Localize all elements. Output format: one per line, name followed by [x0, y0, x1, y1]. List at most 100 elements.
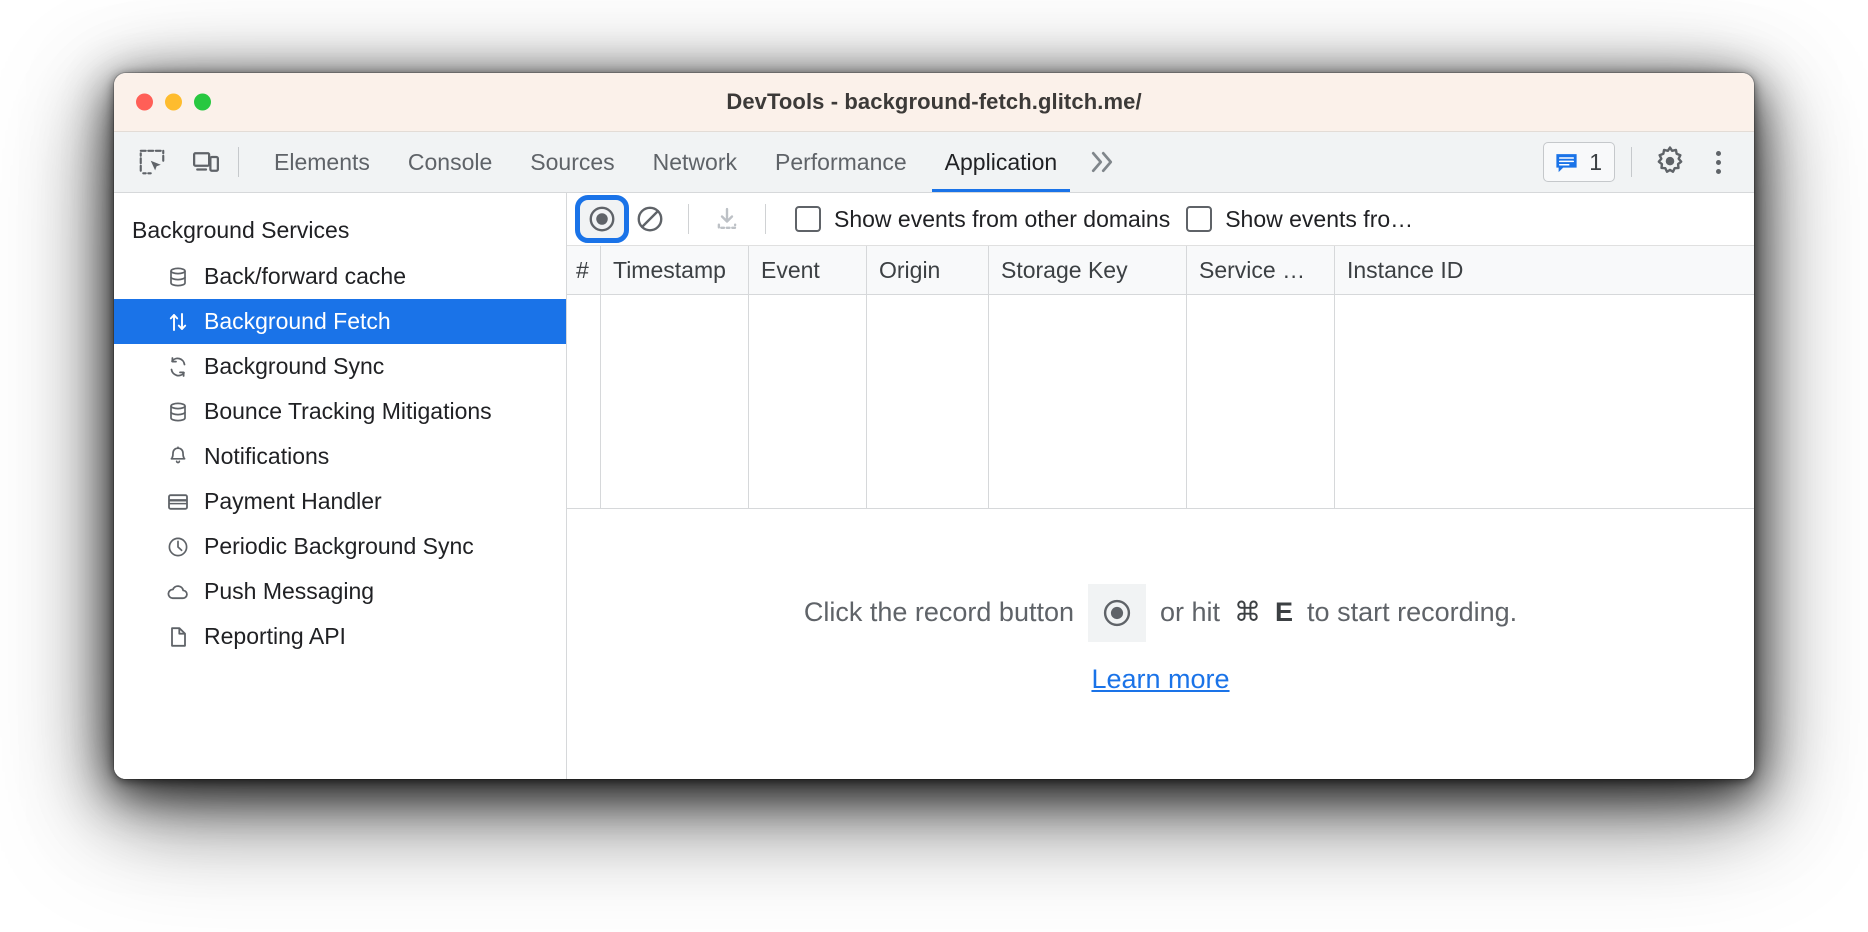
window-titlebar: DevTools - background-fetch.glitch.me/ [114, 73, 1754, 132]
inline-record-button[interactable] [1088, 583, 1146, 642]
download-icon [717, 207, 737, 229]
settings-button[interactable] [1648, 140, 1692, 184]
three-dot-vertical-icon [1715, 159, 1721, 165]
sidebar-item-notifications[interactable]: Notifications [114, 434, 566, 479]
sidebar-item-label: Push Messaging [204, 578, 375, 604]
sidebar-item-periodic-background-sync[interactable]: Periodic Background Sync [114, 524, 566, 569]
learn-more-link[interactable]: Learn more [1091, 664, 1229, 695]
sync-refresh-icon [165, 354, 191, 380]
events-table-header: # Timestamp Event Origin Storage Key Ser… [567, 246, 1754, 295]
chevron-double-right-icon [1092, 151, 1113, 173]
tab-performance[interactable]: Performance [756, 132, 926, 192]
toolbar-divider [765, 204, 766, 234]
checkbox-box[interactable] [1186, 206, 1213, 232]
tabbar-divider [238, 147, 239, 177]
sidebar-item-label: Payment Handler [204, 488, 382, 514]
sidebar-item-label: Background Fetch [204, 308, 391, 334]
device-toolbar-icon [193, 152, 219, 172]
table-column-guide [867, 295, 989, 508]
table-column-guide [1335, 295, 1754, 508]
sidebar-section-title: Background Services [132, 217, 350, 243]
empty-state: Click the record button or hit ⌘ E to st… [567, 509, 1754, 779]
events-table-body [567, 295, 1754, 509]
inspect-element-button[interactable] [130, 140, 174, 184]
sidebar-item-label: Back/forward cache [204, 263, 406, 289]
record-circle-icon [1103, 599, 1131, 626]
database-icon [165, 399, 191, 425]
devtools-body: Background Services Back/forward cache B… [114, 193, 1754, 779]
maximize-window-button[interactable] [194, 93, 211, 111]
show-events-other-domains-checkbox[interactable]: Show events from other domains [795, 206, 1170, 233]
column-header-timestamp[interactable]: Timestamp [601, 246, 749, 294]
tab-sources[interactable]: Sources [511, 132, 633, 192]
empty-state-text-after: to start recording. [1307, 597, 1518, 627]
column-header-instance-id[interactable]: Instance ID [1335, 246, 1754, 294]
tabbar-right-icons: 1 [1543, 132, 1754, 192]
tab-network[interactable]: Network [634, 132, 756, 192]
document-icon [165, 624, 191, 650]
panel-toolbar: Show events from other domains Show even… [567, 193, 1754, 246]
sidebar-item-background-sync[interactable]: Background Sync [114, 344, 566, 389]
sidebar-item-background-fetch[interactable]: Background Fetch [114, 299, 566, 344]
show-events-from-other-storage-partitions-checkbox[interactable]: Show events fro… [1186, 206, 1413, 233]
message-count: 1 [1589, 148, 1602, 175]
tab-elements[interactable]: Elements [255, 132, 389, 192]
checkbox-box[interactable] [795, 206, 821, 232]
sidebar-item-label: Notifications [204, 443, 330, 469]
console-messages-button[interactable]: 1 [1543, 142, 1615, 182]
gear-icon [1657, 146, 1683, 173]
sidebar-item-label: Periodic Background Sync [204, 533, 474, 559]
column-header-service-worker[interactable]: Service … [1187, 246, 1335, 294]
right-icons-divider [1631, 147, 1632, 177]
screenshot-stage: DevTools - background-fetch.glitch.me/ E… [0, 0, 1868, 932]
console-message-icon [1556, 153, 1577, 172]
keyboard-key: E [1275, 597, 1294, 627]
download-button[interactable] [704, 199, 750, 239]
keyboard-command-symbol: ⌘ [1234, 597, 1262, 627]
traffic-light-buttons[interactable] [136, 93, 211, 111]
more-tabs-button[interactable] [1076, 132, 1132, 192]
sidebar-item-reporting-api[interactable]: Reporting API [114, 614, 566, 659]
column-header-origin[interactable]: Origin [867, 246, 989, 294]
clock-icon [165, 534, 191, 560]
empty-state-text-middle: or hit [1160, 597, 1221, 627]
table-column-guide [1187, 295, 1335, 508]
sidebar-item-back-forward-cache[interactable]: Back/forward cache [114, 254, 566, 299]
empty-state-message: Click the record button or hit ⌘ E to st… [804, 583, 1518, 642]
credit-card-icon [165, 489, 191, 515]
clear-ban-icon [637, 206, 663, 232]
three-dot-vertical-icon [1715, 150, 1721, 156]
table-column-guide [601, 295, 749, 508]
column-header-storage-key[interactable]: Storage Key [989, 246, 1187, 294]
table-column-guide [567, 295, 601, 508]
checkbox-label: Show events from other domains [834, 205, 1171, 232]
devtools-tabbar: Elements Console Sources Network Perform… [114, 132, 1754, 193]
table-column-guide [989, 295, 1187, 508]
tab-label: Application [944, 148, 1058, 175]
background-fetch-panel: Show events from other domains Show even… [567, 193, 1754, 779]
arrows-up-down-icon [165, 309, 191, 335]
minimize-window-button[interactable] [165, 93, 182, 111]
sidebar-item-payment-handler[interactable]: Payment Handler [114, 479, 566, 524]
database-icon [165, 264, 191, 290]
tabbar-left-icons [114, 132, 228, 192]
inspect-element-icon [139, 149, 165, 175]
tab-console[interactable]: Console [389, 132, 511, 192]
toolbar-divider [688, 204, 689, 234]
tab-label: Performance [775, 148, 907, 175]
tab-label: Sources [530, 148, 615, 175]
sidebar-item-push-messaging[interactable]: Push Messaging [114, 569, 566, 614]
customize-menu-button[interactable] [1698, 142, 1738, 182]
toggle-device-toolbar-button[interactable] [184, 140, 228, 184]
column-header-event[interactable]: Event [749, 246, 867, 294]
sidebar-item-bounce-tracking-mitigations[interactable]: Bounce Tracking Mitigations [114, 389, 566, 434]
sidebar-item-label: Reporting API [204, 623, 346, 649]
column-header-index[interactable]: # [567, 246, 601, 294]
application-sidebar: Background Services Back/forward cache B… [114, 193, 567, 779]
devtools-window: DevTools - background-fetch.glitch.me/ E… [114, 73, 1754, 779]
tab-application[interactable]: Application [926, 132, 1077, 192]
clear-button[interactable] [627, 199, 673, 239]
tab-label: Elements [274, 148, 370, 175]
close-window-button[interactable] [136, 93, 153, 111]
record-button[interactable] [575, 195, 629, 243]
